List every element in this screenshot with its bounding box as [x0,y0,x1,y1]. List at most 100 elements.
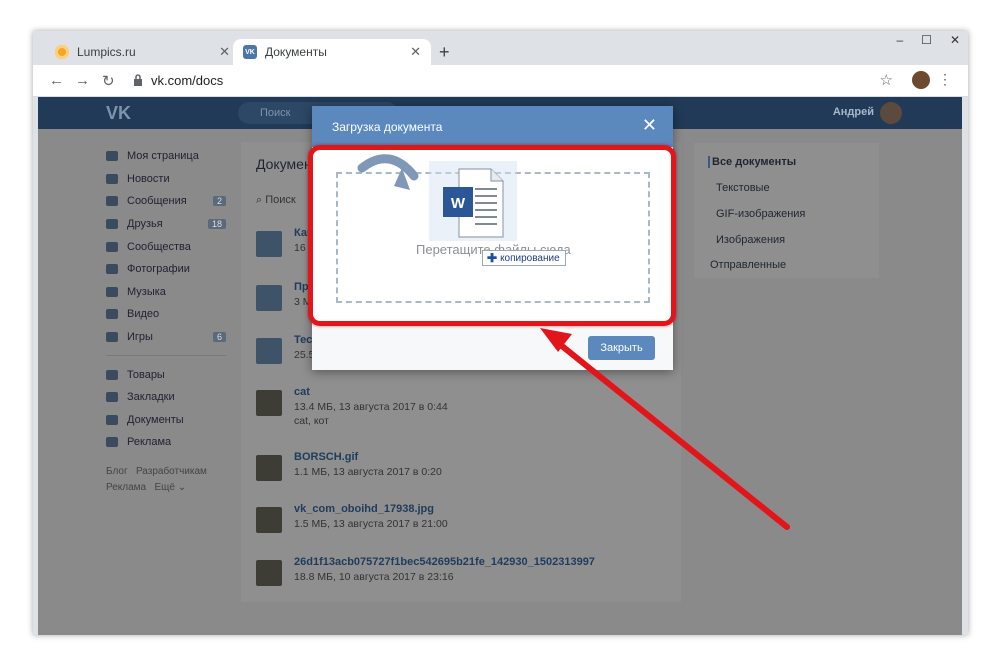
dialog-footer: Закрыть [312,324,673,370]
dialog-title: Загрузка документа [332,120,443,134]
footer-link-more[interactable]: Ещё ⌄ [154,482,186,493]
tab-close-icon[interactable]: ✕ [219,44,230,60]
document-tags: cat, кот [294,415,329,427]
image-thumbnail [256,390,282,416]
footer-link-dev[interactable]: Разработчикам [136,466,207,477]
sidebar-item-label: Сообщества [127,240,191,253]
address-bar: ← → ↻ vk.com/docs ☆ ⋮ [33,65,968,97]
back-icon[interactable]: ← [49,72,64,89]
vk-logo[interactable]: VK [106,103,131,124]
docs-search-input[interactable]: ⌕ Поиск [256,194,296,207]
sidebar-item[interactable]: Реклама [106,431,226,454]
messages-icon [106,196,118,207]
goods-icon [106,369,118,380]
sidebar-item-label: Закладки [127,391,175,404]
sidebar-item-label: Документы [127,413,184,426]
sidebar-item[interactable]: Сообщения 2 [106,190,226,213]
document-meta: 13.4 МБ, 13 августа 2017 в 0:44 [294,401,448,413]
left-nav: Моя страница Новости Сообщения 2 Друзья 18 Соо… [106,145,226,496]
window-controls: – ☐ ✕ [896,33,960,47]
sidebar-item[interactable]: Товары [106,363,226,386]
page-title: Докумен [256,156,312,172]
divider [106,355,226,357]
sidebar-item[interactable]: Фотографии [106,258,226,281]
document-row[interactable]: 26d1f13acb075727f1bec542695b21fe_142930_… [256,554,666,606]
image-thumbnail [256,455,282,481]
document-icon [256,285,282,311]
document-meta: 16 [294,242,306,254]
filter-sent[interactable]: Отправленные [710,259,786,271]
forward-icon[interactable]: → [75,72,90,89]
ads-icon [106,437,118,448]
sidebar-item[interactable]: Новости [106,168,226,191]
games-icon [106,332,118,343]
tab-lumpics[interactable]: Lumpics.ru ✕ [45,39,240,65]
image-thumbnail [256,560,282,586]
sidebar-item[interactable]: Видео [106,303,226,326]
lumpics-favicon-icon [55,45,69,59]
maximize-icon[interactable]: ☐ [921,33,932,47]
documents-icon [106,414,118,425]
sidebar-item[interactable]: Друзья 18 [106,213,226,236]
footer-link-blog[interactable]: Блог [106,466,128,477]
sidebar-item-label: Фотографии [127,263,190,276]
url-field[interactable]: vk.com/docs [151,73,223,88]
reload-icon[interactable]: ↻ [102,72,115,90]
count-badge: 18 [207,219,226,230]
filter-gif[interactable]: GIF-изображения [716,208,805,220]
close-window-icon[interactable]: ✕ [950,33,960,47]
close-icon[interactable]: ✕ [642,116,657,134]
new-tab-icon[interactable]: + [439,42,450,63]
document-name[interactable]: BORSCH.gif [294,451,358,463]
document-name[interactable]: cat [294,386,310,398]
count-badge: 2 [212,196,226,207]
document-row[interactable]: vk_com_oboihd_17938.jpg 1.5 МБ, 13 август… [256,501,666,553]
home-icon [106,151,118,162]
sidebar-item-label: Сообщения [127,195,187,208]
profile-avatar[interactable] [912,71,930,89]
communities-icon [106,241,118,252]
highlight-frame [308,145,676,326]
document-name[interactable]: vk_com_oboihd_17938.jpg [294,503,434,515]
filter-text[interactable]: Текстовые [716,182,770,194]
docs-search-placeholder: Поиск [265,194,296,206]
user-name[interactable]: Андрей [833,106,874,118]
footer-link-ads[interactable]: Реклама [106,482,146,493]
sidebar-item-label: Музыка [127,285,166,298]
music-icon [106,286,118,297]
tab-title: Документы [265,45,327,59]
bookmarks-icon [106,392,118,403]
sidebar-item[interactable]: Музыка [106,281,226,304]
sidebar-item[interactable]: Игры 6 [106,326,226,349]
sidebar-item-label: Новости [127,172,170,185]
minimize-icon[interactable]: – [896,33,903,47]
sidebar-item-label: Друзья [127,218,163,231]
bookmark-star-icon[interactable]: ☆ [880,71,893,89]
dialog-header: Загрузка документа ✕ [312,106,673,147]
document-row[interactable]: cat 13.4 МБ, 13 августа 2017 в 0:44 cat, к… [256,384,666,436]
browser-menu-icon[interactable]: ⋮ [938,71,952,88]
sidebar-item-label: Товары [127,368,165,381]
tab-documents[interactable]: VK Документы ✕ [233,39,431,65]
filter-all-documents[interactable]: Все документы [708,156,796,168]
sidebar-item[interactable]: Документы [106,409,226,432]
document-name[interactable]: 26d1f13acb075727f1bec542695b21fe_142930_… [294,556,595,568]
sidebar-item-label: Игры [127,331,153,344]
sidebar-item[interactable]: Сообщества [106,235,226,258]
sidebar-item[interactable]: Моя страница [106,145,226,168]
image-thumbnail [256,507,282,533]
count-badge: 6 [212,332,226,343]
close-button[interactable]: Закрыть [588,336,655,360]
sidebar-item-label: Реклама [127,436,172,449]
document-icon [256,231,282,257]
video-icon [106,309,118,320]
sidebar-item-label: Моя страница [127,150,199,163]
avatar[interactable] [880,102,902,124]
tab-close-icon[interactable]: ✕ [410,44,421,60]
document-row[interactable]: BORSCH.gif 1.1 МБ, 13 августа 2017 в 0:20 [256,449,666,501]
filter-images[interactable]: Изображения [716,234,785,246]
sidebar-item[interactable]: Закладки [106,386,226,409]
news-icon [106,173,118,184]
friends-icon [106,219,118,230]
footer-links: Блог Разработчикам Реклама Ещё ⌄ [106,464,226,496]
